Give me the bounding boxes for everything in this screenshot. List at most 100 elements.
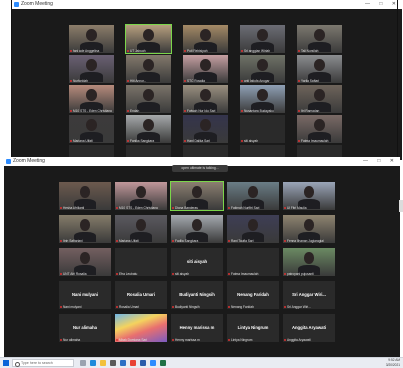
participant-tile[interactable]: M10 STS - Eden Christiana xyxy=(69,85,114,113)
participant-tile[interactable]: Fenna Ilhanan Jugiaragiai xyxy=(283,215,335,243)
participant-name: Puti Rebisipah xyxy=(187,49,208,53)
participant-tile[interactable]: Yarlia Saftari xyxy=(297,55,342,83)
taskbar-search-box[interactable]: Type here to search xyxy=(12,359,74,367)
participant-tile[interactable]: patroyani pujusanti xyxy=(283,248,335,276)
participant-name: Budiyanti Ningsih xyxy=(175,305,200,309)
participant-name: STC Rosalia xyxy=(187,79,205,83)
participant-tile[interactable]: fani ade Anggelina xyxy=(69,25,114,53)
participant-tile[interactable]: Fanika Sangkara xyxy=(126,115,171,143)
participant-tile[interactable]: M10 STS - Eden Christiana xyxy=(115,182,167,210)
participant-name: fani ade Anggelina xyxy=(73,49,100,53)
participant-tile[interactable]: siti aisyah xyxy=(240,115,285,143)
participant-name: Henny marissa m xyxy=(175,338,200,342)
participant-tile[interactable]: Anggita Aryawati Anggita Aryawati xyxy=(283,314,335,342)
participant-tile[interactable]: anti latiufa Anugar xyxy=(240,55,285,83)
participant-tile[interactable]: Fatimah Nurfitri Sari xyxy=(227,182,279,210)
participant-tile[interactable]: Fatma Imaumaulah xyxy=(297,115,342,143)
participant-tile[interactable]: Diana Banderas xyxy=(170,181,224,211)
participant-tile[interactable]: Hani Dalika Sari xyxy=(183,115,228,143)
zoom-taskbar-icon[interactable] xyxy=(150,360,156,366)
muted-mic-icon xyxy=(172,207,174,209)
participant-tile[interactable]: Henny marissa m Henny marissa m xyxy=(171,314,223,342)
participant-tile[interactable]: Itri Ramadan xyxy=(297,85,342,113)
excel-icon[interactable] xyxy=(160,360,166,366)
participant-tile[interactable]: Nusantara Budayaku xyxy=(240,85,285,113)
participant-tile[interactable]: Itrin Saftariani xyxy=(59,215,111,243)
participant-tile[interactable]: Fadlia Sangkara xyxy=(171,215,223,243)
participant-tile[interactable]: Mariana Ulfati xyxy=(69,115,114,143)
person-head xyxy=(191,218,203,231)
participant-tile[interactable]: UNT Afri Rosalia xyxy=(59,248,111,276)
muted-mic-icon xyxy=(70,50,72,52)
participant-tile[interactable]: Endah xyxy=(126,85,171,113)
participant-tile[interactable]: Rosalia Umari Rosalia Umari xyxy=(115,281,167,309)
muted-mic-icon xyxy=(241,80,243,82)
participant-name-large: Nani mulyani xyxy=(71,292,99,298)
participant-tile[interactable]: Sri Anggar Wiri... Sri Anggar Wiri... xyxy=(283,281,335,309)
zoom-icon xyxy=(6,159,11,164)
edge-icon[interactable] xyxy=(90,360,96,366)
participant-name: Sri anggian Wiriah xyxy=(244,49,271,53)
person-body xyxy=(137,102,160,113)
participant-name: Tali Nursilah xyxy=(301,49,319,53)
word-icon[interactable] xyxy=(140,360,146,366)
person-head xyxy=(303,218,315,231)
participant-tile[interactable]: Nenang Faridah Nenang Faridah xyxy=(227,281,279,309)
participant-tile[interactable]: Hiti Annur... xyxy=(126,55,171,83)
person-head xyxy=(247,185,259,198)
participant-name-large: Henny marissa m xyxy=(179,325,215,331)
person-head xyxy=(79,185,91,198)
participant-tile[interactable]: Lintya Ningrum Lintya Ningrum xyxy=(227,314,279,342)
participant-tile[interactable]: Mbak Domiana Sari xyxy=(115,314,167,342)
participant-name: Efra Leubatu xyxy=(119,272,138,276)
person-head xyxy=(314,88,325,101)
window-controls[interactable]: — □ ✕ xyxy=(363,157,398,166)
person-head xyxy=(143,58,154,71)
muted-mic-icon xyxy=(172,339,174,341)
muted-mic-icon xyxy=(241,140,243,142)
participant-tile[interactable]: Efra Leubatu xyxy=(115,248,167,276)
chrome-icon[interactable] xyxy=(130,360,136,366)
participant-tile[interactable]: Nurfaridah xyxy=(69,55,114,83)
participant-tile[interactable]: Tali Nursilah xyxy=(297,25,342,53)
person-head xyxy=(143,28,154,41)
participant-tile[interactable]: Nur alimaha Nur alimaha xyxy=(59,314,111,342)
task-view-icon[interactable] xyxy=(80,360,86,366)
participant-name: Fenna Ilhanan Jugiaragiai xyxy=(287,239,324,243)
participant-name: Hani Dalika Sari xyxy=(187,139,210,143)
muted-mic-icon xyxy=(60,273,62,275)
participant-name: Yarlia Saftari xyxy=(301,79,320,83)
participant-tile[interactable]: Hesha Afrilianti xyxy=(59,182,111,210)
participant-name: siti aisyah xyxy=(244,139,258,143)
participant-tile[interactable]: Ul Fitri Maulia xyxy=(283,182,335,210)
participant-tile[interactable]: siti aisyah siti aisyah xyxy=(171,248,223,276)
mail-icon[interactable] xyxy=(120,360,126,366)
participant-tile[interactable]: Budiyanti Ningsih Budiyanti Ningsih xyxy=(171,281,223,309)
muted-mic-icon xyxy=(184,140,186,142)
window-controls[interactable]: — □ ✕ xyxy=(365,0,400,9)
participant-tile[interactable]: Puti Rebisipah xyxy=(183,25,228,53)
muted-mic-icon xyxy=(127,50,129,52)
participant-tile[interactable]: STC Rosalia xyxy=(183,55,228,83)
scrollbar[interactable] xyxy=(399,200,403,212)
store-icon[interactable] xyxy=(110,360,116,366)
muted-mic-icon xyxy=(298,110,300,112)
muted-mic-icon xyxy=(184,80,186,82)
file-explorer-icon[interactable] xyxy=(100,360,106,366)
participant-name-large: Nur alimaha xyxy=(73,325,97,331)
participant-tile[interactable]: Fatwah Nur Idu Sari xyxy=(183,85,228,113)
windows-start-icon[interactable] xyxy=(3,360,9,366)
person-head xyxy=(200,88,211,101)
participant-tile[interactable]: Rani Taufia Sari xyxy=(227,215,279,243)
search-placeholder: Type here to search xyxy=(21,361,53,365)
muted-mic-icon xyxy=(284,273,286,275)
participant-tile[interactable]: UT Jabuah xyxy=(125,24,172,54)
participant-tile[interactable]: Nani mulyani Nani mulyani xyxy=(59,281,111,309)
divider xyxy=(397,0,398,160)
participant-tile[interactable]: Fatma Imaumaulah xyxy=(227,248,279,276)
participant-tile[interactable]: Mariana Ulfati xyxy=(115,215,167,243)
muted-mic-icon xyxy=(127,110,129,112)
system-tray-clock[interactable]: 9:52 AM 3/20/2021 xyxy=(386,358,400,367)
participant-tile[interactable]: Sri anggian Wiriah xyxy=(240,25,285,53)
participant-name-large: Sri Anggar Wiri... xyxy=(292,292,326,298)
